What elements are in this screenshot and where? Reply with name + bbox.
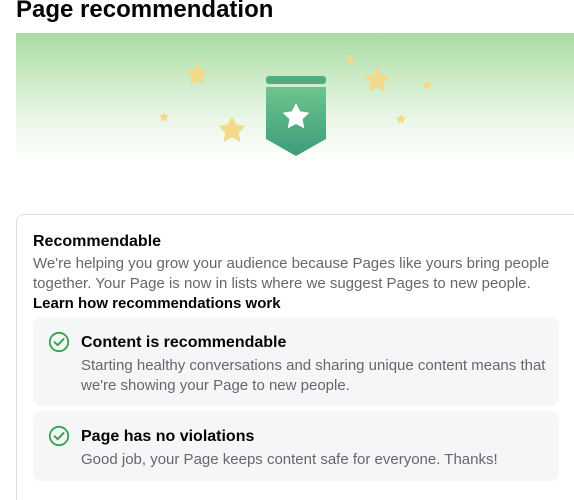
check-circle-icon <box>48 331 70 353</box>
hero-banner <box>16 33 574 163</box>
recommendation-description-text: We're helping you grow your audience bec… <box>33 255 550 292</box>
status-item-title: Page has no violations <box>81 428 255 445</box>
star-icon <box>185 63 209 85</box>
status-item-no-violations: Page has no violations Good job, your Pa… <box>33 411 559 481</box>
star-icon <box>364 67 390 92</box>
status-item-content-recommendable: Content is recommendable Starting health… <box>33 317 559 406</box>
status-item-description: Starting healthy conversations and shari… <box>81 357 546 394</box>
status-item-description: Good job, your Page keeps content safe f… <box>81 451 498 468</box>
recommendation-title: Recommendable <box>33 233 162 250</box>
status-item-title: Content is recommendable <box>81 334 287 351</box>
star-icon <box>345 54 355 64</box>
recommendation-description: We're helping you grow your audience bec… <box>33 254 561 314</box>
star-icon <box>159 112 169 122</box>
star-badge-icon <box>266 76 326 156</box>
check-circle-icon <box>48 425 70 447</box>
star-icon <box>218 116 246 142</box>
page-recommendation-screen: Page recommendation Recommendable We're … <box>0 0 574 500</box>
star-icon <box>422 80 432 90</box>
hero-illustration <box>159 54 432 156</box>
learn-more-link[interactable]: Learn how recommendations work <box>33 295 281 312</box>
star-icon <box>396 114 406 124</box>
page-title: Page recommendation <box>16 0 274 23</box>
